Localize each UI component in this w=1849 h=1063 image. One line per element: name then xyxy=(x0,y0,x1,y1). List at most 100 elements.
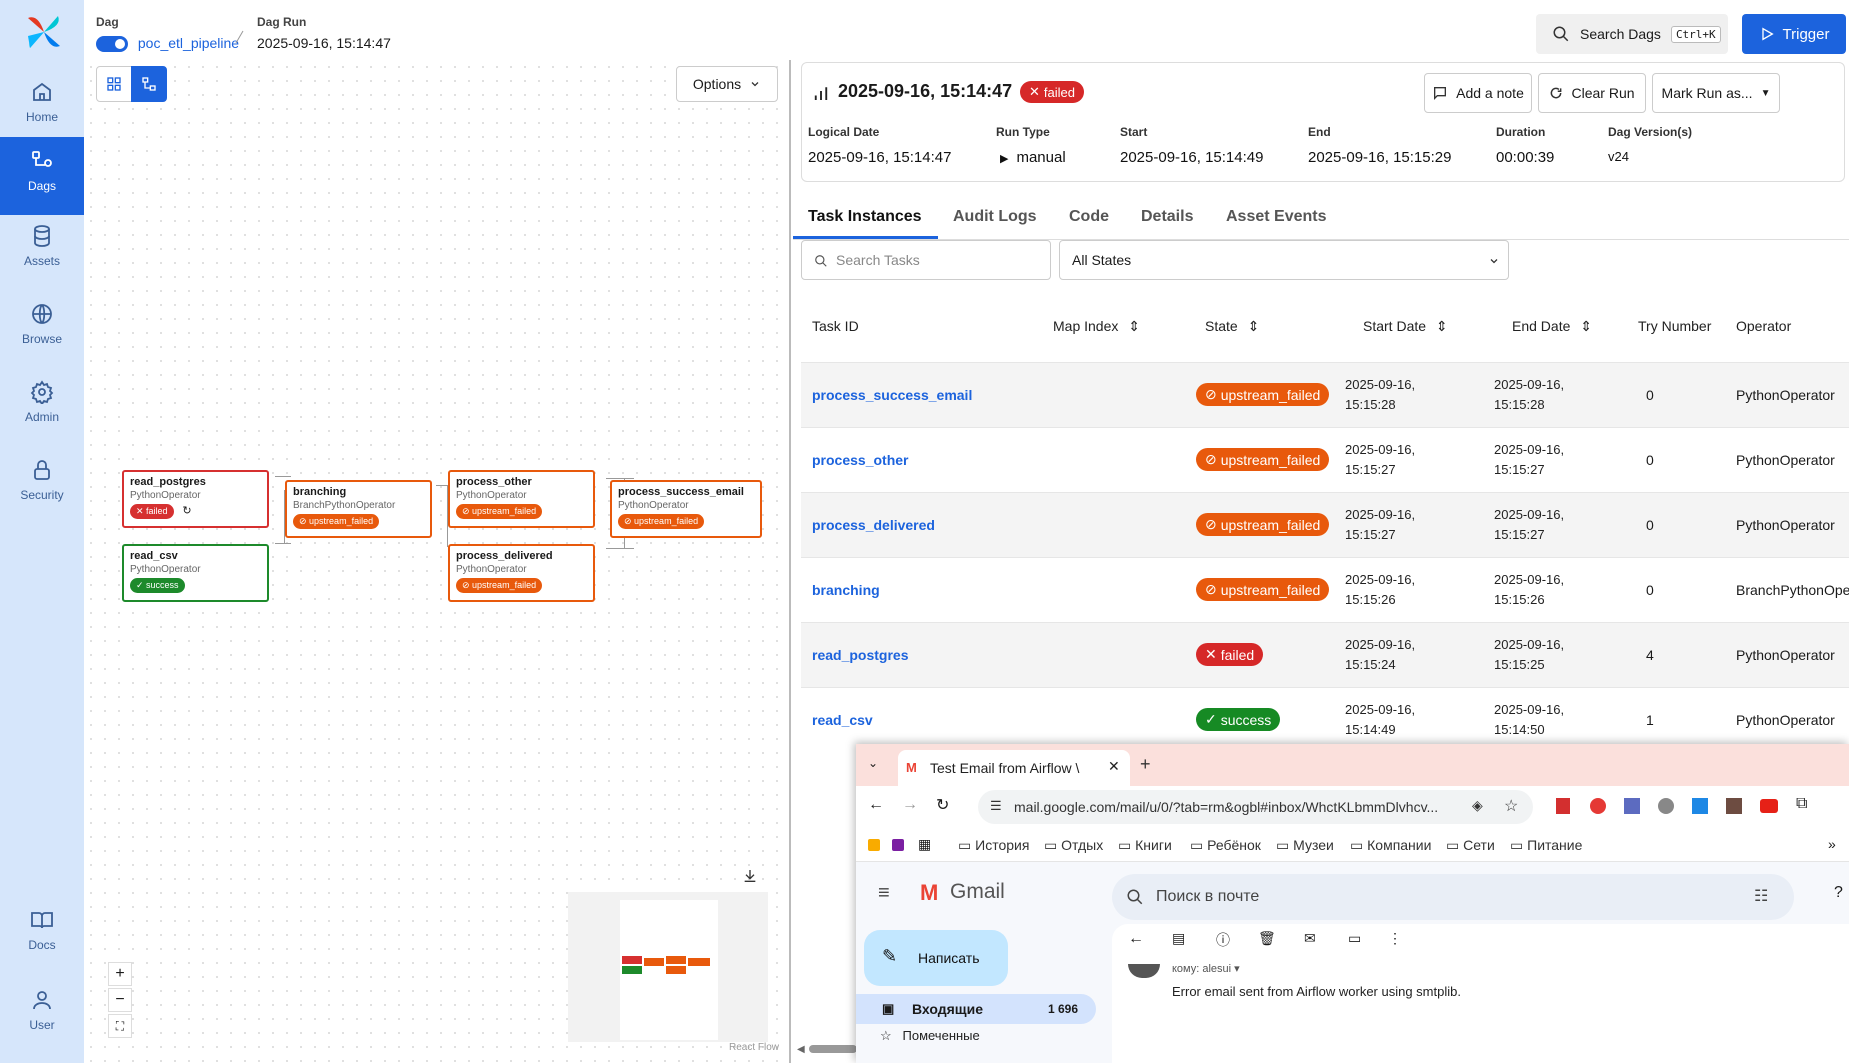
grid-view-button[interactable] xyxy=(96,66,132,102)
col-operator[interactable]: Operator xyxy=(1736,318,1791,334)
retry-icon[interactable]: ↻ xyxy=(182,505,191,517)
move-to-icon[interactable]: ▭ xyxy=(1348,930,1361,947)
search-options-icon[interactable]: ☷ xyxy=(1754,886,1768,906)
extension-icon[interactable] xyxy=(1726,798,1742,814)
scroll-left-icon[interactable]: ◀ xyxy=(797,1044,805,1055)
tab-asset-events[interactable]: Asset Events xyxy=(1226,208,1327,226)
translate-extension-icon[interactable] xyxy=(1692,798,1708,814)
nav-admin[interactable]: Admin xyxy=(0,368,84,446)
react-flow-attribution[interactable]: React Flow xyxy=(729,1042,779,1053)
back-icon[interactable]: ← xyxy=(868,796,884,814)
task-id-link[interactable]: read_postgres xyxy=(812,647,908,663)
reload-icon[interactable]: ↻ xyxy=(936,795,949,815)
dag-node-process-delivered[interactable]: process_delivered PythonOperator ⊘ upstr… xyxy=(448,544,595,602)
nav-security[interactable]: Security xyxy=(0,446,84,524)
tab-code[interactable]: Code xyxy=(1069,208,1109,226)
tab-details[interactable]: Details xyxy=(1141,208,1193,226)
address-bar[interactable]: ☰ mail.google.com/mail/u/0/?tab=rm&ogbl#… xyxy=(978,790,1533,824)
task-id-link[interactable]: process_other xyxy=(812,452,908,468)
dag-node-process-success-email[interactable]: process_success_email PythonOperator ⊘ u… xyxy=(610,480,762,538)
download-icon[interactable] xyxy=(742,868,758,884)
task-id-link[interactable]: branching xyxy=(812,582,880,598)
apps-grid-icon[interactable]: ▦ xyxy=(918,836,931,853)
nav-user[interactable]: User xyxy=(0,976,84,1054)
task-id-link[interactable]: process_delivered xyxy=(812,517,935,533)
nav-docs[interactable]: Docs xyxy=(0,896,84,974)
youtube-extension-icon[interactable] xyxy=(1760,799,1778,813)
bookmark-folder[interactable]: ▭ Ребёнок xyxy=(1190,837,1261,854)
back-to-inbox-icon[interactable]: ← xyxy=(1128,930,1144,948)
compose-button[interactable]: ✎ Написать xyxy=(864,930,1008,986)
menu-icon[interactable]: ≡ xyxy=(878,882,890,905)
nav-browse[interactable]: Browse xyxy=(0,290,84,368)
mail-search-input[interactable]: Поиск в почте ☷ xyxy=(1112,874,1794,920)
more-actions-icon[interactable]: ⋮ xyxy=(1388,930,1402,947)
options-button[interactable]: Options xyxy=(676,66,778,102)
gmail-wordmark[interactable]: Gmail xyxy=(950,880,1005,904)
lens-icon[interactable]: ◈ xyxy=(1472,797,1483,814)
bookmark-folder[interactable]: ▭ Отдых xyxy=(1044,837,1103,854)
table-row[interactable]: process_other ⊘ upstream_failed 2025-09-… xyxy=(801,427,1849,492)
col-end-date[interactable]: End Date ⇕ xyxy=(1512,318,1592,335)
col-try-number[interactable]: Try Number xyxy=(1638,318,1711,334)
col-start-date[interactable]: Start Date ⇕ xyxy=(1363,318,1448,335)
dag-node-process-other[interactable]: process_other PythonOperator ⊘ upstream_… xyxy=(448,470,595,528)
clear-run-button[interactable]: Clear Run xyxy=(1538,73,1646,113)
forward-icon[interactable]: → xyxy=(902,796,918,814)
table-row[interactable]: process_success_email ⊘ upstream_failed … xyxy=(801,362,1849,427)
tab-audit-logs[interactable]: Audit Logs xyxy=(953,208,1037,226)
report-spam-icon[interactable]: ⓘ xyxy=(1216,930,1230,950)
table-row[interactable]: read_postgres ✕ failed 2025-09-16, 15:15:… xyxy=(801,622,1849,687)
browser-tab[interactable]: M Test Email from Airflow \ ✕ xyxy=(898,750,1130,786)
mark-unread-icon[interactable]: ✉ xyxy=(1304,930,1316,947)
bookmark-star-icon[interactable]: ☆ xyxy=(1504,796,1518,816)
extension-icon[interactable] xyxy=(1590,798,1606,814)
table-row[interactable]: branching ⊘ upstream_failed 2025-09-16, 1… xyxy=(801,557,1849,622)
delete-icon[interactable]: 🗑 xyxy=(1258,930,1276,947)
dag-pause-toggle[interactable] xyxy=(96,36,128,53)
bookmark-folder[interactable]: ▭ Сети xyxy=(1446,837,1495,854)
bookmark-folder[interactable]: ▭ История xyxy=(958,837,1029,854)
folder-starred[interactable]: ☆ Помеченные xyxy=(880,1028,980,1044)
nav-home[interactable]: Home xyxy=(0,68,84,146)
tab-task-instances[interactable]: Task Instances xyxy=(808,208,922,226)
bookmark-icon[interactable] xyxy=(868,839,880,851)
horizontal-scrollbar[interactable] xyxy=(809,1045,857,1053)
nav-dags[interactable]: Dags xyxy=(0,137,84,215)
zoom-in-button[interactable]: + xyxy=(108,962,132,986)
zoom-out-button[interactable]: − xyxy=(108,988,132,1012)
dag-node-branching[interactable]: branching BranchPythonOperator ⊘ upstrea… xyxy=(285,480,432,538)
dag-name-link[interactable]: poc_etl_pipeline xyxy=(138,35,239,51)
search-dags-button[interactable]: Search Dags Ctrl+K xyxy=(1536,14,1728,54)
recipient-line[interactable]: кому: alesui ▾ xyxy=(1172,962,1240,975)
bookmark-folder[interactable]: ▭ Компании xyxy=(1350,837,1431,854)
airflow-logo[interactable] xyxy=(24,12,64,52)
new-tab-icon[interactable]: + xyxy=(1140,754,1151,775)
folder-inbox[interactable]: ▣ Входящие 1 696 xyxy=(856,994,1096,1024)
bookmark-folder[interactable]: ▭ Книги xyxy=(1118,837,1172,854)
col-map-index[interactable]: Map Index ⇕ xyxy=(1053,318,1140,335)
graph-panel[interactable]: Options read_postgres PythonOperator ✕ f… xyxy=(84,60,791,1063)
task-id-link[interactable]: process_success_email xyxy=(812,387,972,403)
dag-node-read-csv[interactable]: read_csv PythonOperator ✓ success xyxy=(122,544,269,602)
dag-version-value[interactable]: v24 xyxy=(1608,149,1629,164)
col-state[interactable]: State ⇕ xyxy=(1205,318,1259,335)
table-row[interactable]: process_delivered ⊘ upstream_failed 2025… xyxy=(801,492,1849,557)
bookmark-icon[interactable] xyxy=(892,839,904,851)
help-icon[interactable]: ? xyxy=(1834,884,1843,902)
mark-run-button[interactable]: Mark Run as... ▼ xyxy=(1652,73,1780,113)
nav-assets[interactable]: Assets xyxy=(0,212,84,290)
more-bookmarks-icon[interactable]: » xyxy=(1828,836,1836,852)
site-info-icon[interactable]: ☰ xyxy=(990,798,1002,814)
fit-view-button[interactable]: ⛶ xyxy=(108,1014,132,1038)
extension-icon[interactable] xyxy=(1658,798,1674,814)
col-task-id[interactable]: Task ID xyxy=(812,318,859,334)
bookmark-folder[interactable]: ▭ Питание xyxy=(1510,837,1582,854)
close-tab-icon[interactable]: ✕ xyxy=(1108,758,1120,775)
graph-view-button[interactable] xyxy=(131,66,167,102)
graph-minimap[interactable] xyxy=(568,892,768,1042)
state-filter-select[interactable]: All States xyxy=(1059,240,1509,280)
browser-window[interactable]: ⌄ M Test Email from Airflow \ ✕ + ← → ↻ … xyxy=(856,744,1849,1063)
dag-node-read-postgres[interactable]: read_postgres PythonOperator ✕ failed ↻ xyxy=(122,470,269,528)
trigger-button[interactable]: Trigger xyxy=(1742,14,1846,54)
